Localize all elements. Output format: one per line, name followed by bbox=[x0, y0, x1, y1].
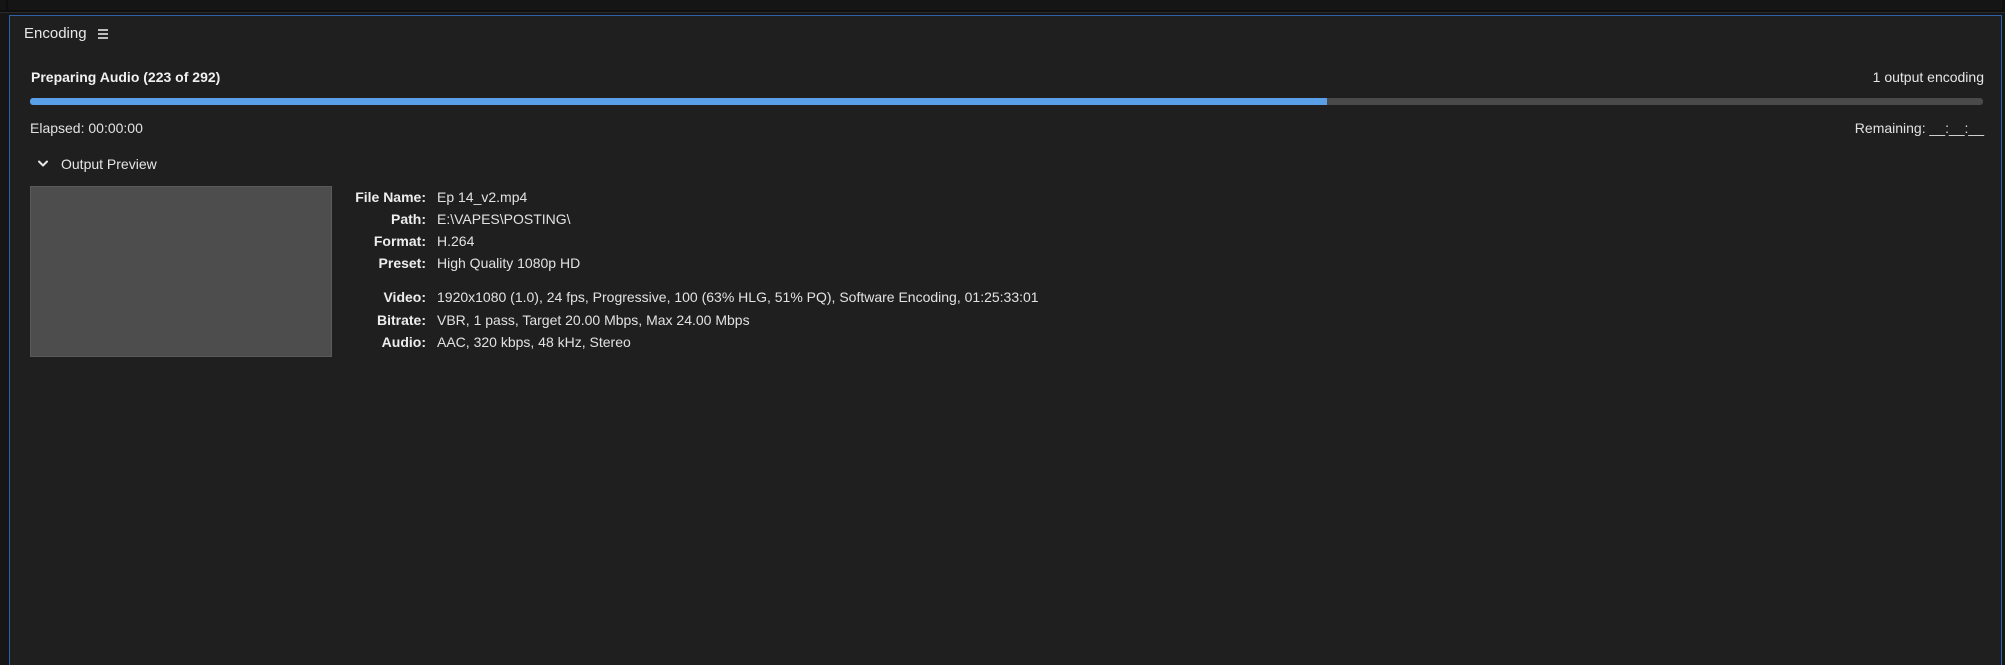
detail-label: Audio: bbox=[381, 334, 426, 350]
hamburger-menu-icon[interactable] bbox=[95, 25, 111, 41]
strip-segment bbox=[0, 0, 6, 10]
detail-label: Video: bbox=[383, 289, 426, 305]
detail-label: Format: bbox=[373, 233, 426, 249]
detail-label: Preset: bbox=[378, 255, 426, 271]
output-preview-toggle[interactable]: Output Preview bbox=[36, 154, 157, 174]
panel-title[interactable]: Encoding bbox=[24, 25, 87, 42]
progress-fill bbox=[30, 98, 1327, 105]
detail-value: H.264 bbox=[437, 233, 475, 249]
encoding-status-label: Preparing Audio (223 of 292) bbox=[31, 69, 221, 85]
panel-header: Encoding bbox=[10, 16, 2001, 50]
detail-value: AAC, 320 kbps, 48 kHz, Stereo bbox=[437, 334, 631, 350]
encoding-progress-bar bbox=[30, 98, 1983, 105]
detail-label: Bitrate: bbox=[376, 312, 426, 328]
output-preview-label[interactable]: Output Preview bbox=[61, 156, 157, 172]
top-panel-strip bbox=[0, 0, 2005, 13]
detail-value: High Quality 1080p HD bbox=[437, 255, 581, 271]
output-count-label: 1 output encoding bbox=[1872, 69, 1984, 85]
detail-label: File Name: bbox=[355, 189, 426, 205]
strip-segment bbox=[8, 0, 2002, 10]
remaining-time: Remaining: __:__:__ bbox=[1854, 120, 1984, 136]
elapsed-time: Elapsed: 00:00:00 bbox=[30, 120, 143, 136]
detail-value: 1920x1080 (1.0), 24 fps, Progressive, 10… bbox=[437, 289, 1039, 305]
output-preview-thumbnail bbox=[30, 186, 332, 357]
encoding-panel: Encoding Preparing Audio (223 of 292) 1 … bbox=[9, 15, 2002, 665]
detail-value: Ep 14_v2.mp4 bbox=[437, 189, 528, 205]
chevron-down-icon[interactable] bbox=[36, 157, 50, 171]
detail-label: Path: bbox=[391, 211, 426, 227]
detail-value: VBR, 1 pass, Target 20.00 Mbps, Max 24.0… bbox=[437, 312, 750, 328]
detail-value: E:\VAPES\POSTING\ bbox=[437, 211, 571, 227]
